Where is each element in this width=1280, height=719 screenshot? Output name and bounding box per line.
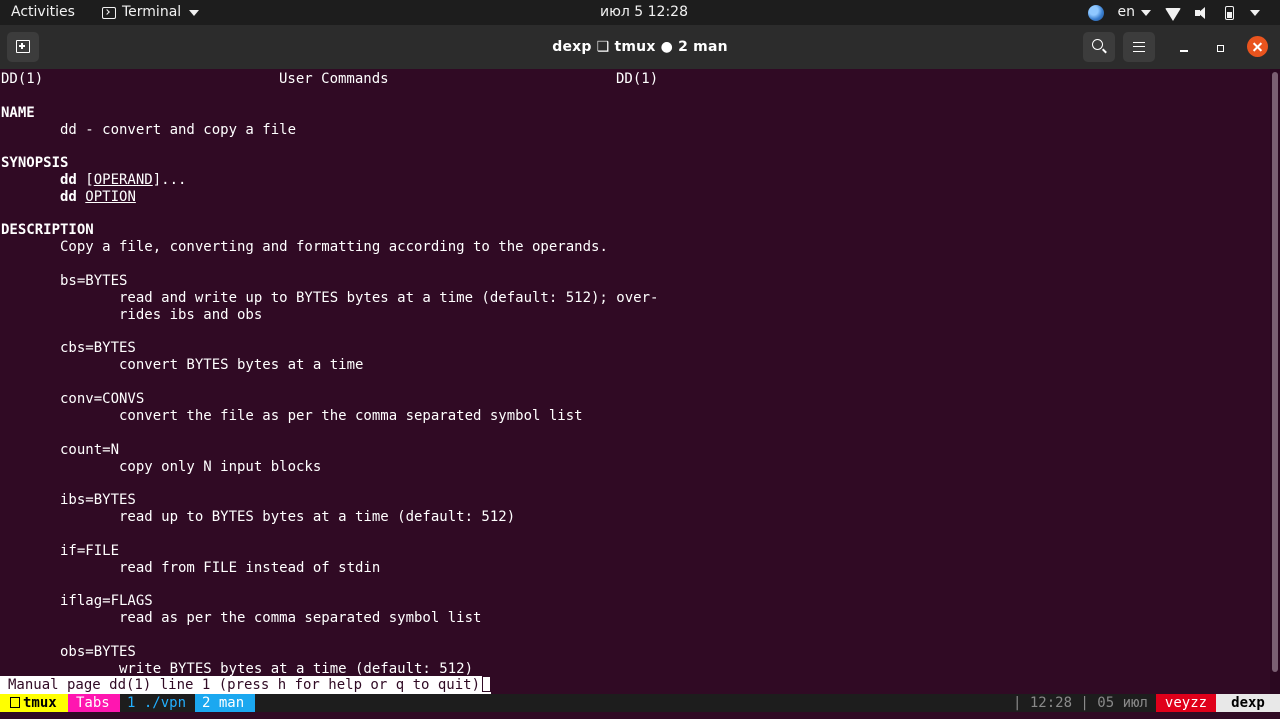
wifi-icon[interactable] xyxy=(1165,8,1181,21)
tmux-window-2-active[interactable]: 2 man xyxy=(195,694,255,712)
globe-icon[interactable] xyxy=(1087,4,1104,21)
clock[interactable]: июл 5 12:28 xyxy=(600,0,688,25)
activities-button[interactable]: Activities xyxy=(11,0,75,25)
system-menu-chevron-icon[interactable] xyxy=(1250,9,1260,16)
tmux-status-bar: tmux Tabs 1 ./vpn 2 man | 12:28 | 05 июл… xyxy=(0,694,1280,712)
option-name: cbs=BYTES xyxy=(60,340,136,356)
scrollbar[interactable] xyxy=(1270,69,1280,694)
option-desc: read up to BYTES bytes at a time (defaul… xyxy=(119,509,516,525)
gnome-top-bar: Activities Terminal июл 5 12:28 en xyxy=(0,0,1280,25)
synopsis-operand: OPERAND xyxy=(93,172,153,188)
minimize-button[interactable] xyxy=(1174,39,1194,59)
chevron-down-icon xyxy=(1141,9,1151,16)
tmux-session: tmux xyxy=(0,694,68,712)
name-text: dd - convert and copy a file xyxy=(60,122,297,138)
man-header-center: User Commands xyxy=(279,71,389,87)
option-desc: convert the file as per the comma separa… xyxy=(119,408,583,424)
hamburger-icon xyxy=(1133,42,1145,52)
language-selector[interactable]: en xyxy=(1117,0,1151,25)
option-desc: rides ibs and obs xyxy=(119,307,263,323)
search-icon xyxy=(1092,39,1103,50)
terminal-bottom-margin xyxy=(0,712,1280,719)
description-text: Copy a file, converting and formatting a… xyxy=(60,239,608,255)
tmux-window-1[interactable]: 1 ./vpn xyxy=(120,694,194,712)
tmux-host: dexp xyxy=(1216,694,1280,712)
option-name: ibs=BYTES xyxy=(60,492,136,508)
synopsis-command: dd xyxy=(60,189,77,205)
section-heading-synopsis: SYNOPSIS xyxy=(1,155,69,171)
synopsis-bracket-close: ]... xyxy=(152,172,187,188)
option-name: bs=BYTES xyxy=(60,273,128,289)
app-menu[interactable]: Terminal xyxy=(102,0,200,25)
synopsis-bracket-open: [ xyxy=(76,172,94,188)
section-heading-description: DESCRIPTION xyxy=(1,222,94,238)
search-button[interactable] xyxy=(1083,32,1115,62)
scrollbar-thumb[interactable] xyxy=(1272,72,1278,672)
option-desc: convert BYTES bytes at a time xyxy=(119,357,364,373)
section-heading-name: NAME xyxy=(1,105,35,121)
terminal-header-bar: dexp ❑ tmux ● 2 man xyxy=(0,25,1280,69)
tmux-user: veyzz xyxy=(1156,694,1216,712)
tmux-session-icon xyxy=(10,697,20,708)
option-desc: read from FILE instead of stdin xyxy=(119,560,381,576)
synopsis-command: dd xyxy=(60,172,77,188)
man-header-right: DD(1) xyxy=(616,71,659,87)
man-header-left: DD(1) xyxy=(1,71,44,87)
option-name: count=N xyxy=(60,442,120,458)
pager-status-text: Manual page dd(1) line 1 (press h for he… xyxy=(8,677,481,693)
option-name: obs=BYTES xyxy=(60,644,136,660)
option-name: conv=CONVS xyxy=(60,391,145,407)
option-desc: read as per the comma separated symbol l… xyxy=(119,610,482,626)
synopsis-line-1: dd [OPERAND]... xyxy=(60,172,186,189)
language-label: en xyxy=(1117,4,1136,20)
system-tray[interactable]: en xyxy=(1087,0,1260,25)
pager-status-line: Manual page dd(1) line 1 (press h for he… xyxy=(0,676,492,694)
terminal-icon xyxy=(102,6,116,19)
tmux-time-date: | 12:28 | 05 июл xyxy=(1013,695,1148,711)
terminal-content[interactable]: DD(1) User Commands DD(1) NAME dd - conv… xyxy=(0,69,1270,694)
battery-icon[interactable] xyxy=(1225,5,1234,20)
option-name: iflag=FLAGS xyxy=(60,593,153,609)
volume-icon[interactable] xyxy=(1195,6,1211,20)
chevron-down-icon xyxy=(189,9,200,16)
option-desc: copy only N input blocks xyxy=(119,459,322,475)
synopsis-option: OPTION xyxy=(85,189,136,205)
maximize-button[interactable] xyxy=(1211,39,1231,59)
close-button[interactable] xyxy=(1247,36,1268,57)
synopsis-line-2: dd OPTION xyxy=(60,189,136,206)
hamburger-menu-button[interactable] xyxy=(1123,32,1155,62)
text-cursor xyxy=(482,676,492,692)
option-desc: read and write up to BYTES bytes at a ti… xyxy=(119,290,659,306)
option-name: if=FILE xyxy=(60,543,120,559)
app-menu-label: Terminal xyxy=(122,4,182,20)
tmux-session-label: tmux xyxy=(23,695,57,711)
tmux-tabs-label: Tabs xyxy=(68,694,120,712)
